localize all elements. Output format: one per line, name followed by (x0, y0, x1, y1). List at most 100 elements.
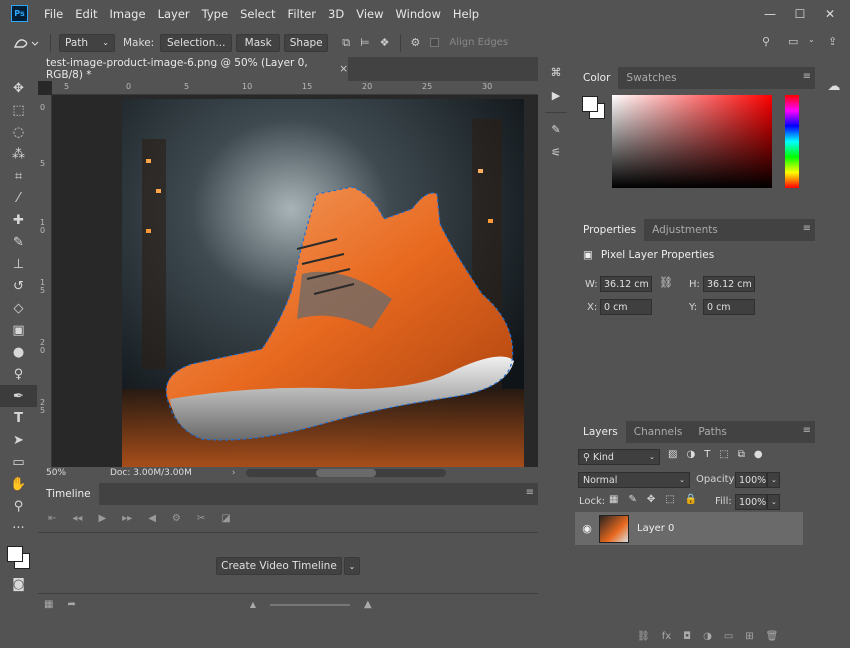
tab-channels[interactable]: Channels (626, 421, 691, 443)
history-icon[interactable]: ⌘ (551, 66, 562, 79)
make-shape-button[interactable]: Shape (284, 33, 329, 52)
opacity-field[interactable]: 100% (735, 472, 767, 488)
zoom-level[interactable]: 50% (38, 468, 98, 478)
gear-icon[interactable]: ⚙ (411, 36, 421, 49)
menu-filter[interactable]: Filter (282, 7, 322, 21)
width-field[interactable]: 36.12 cm (600, 276, 652, 292)
previous-frame-icon[interactable]: ◂◂ (72, 513, 82, 524)
healing-brush-tool-icon[interactable]: ✚ (0, 209, 37, 231)
history-brush-tool-icon[interactable]: ↺ (0, 275, 37, 297)
lock-image-icon[interactable]: ✎ (628, 494, 636, 505)
eraser-tool-icon[interactable]: ◇ (0, 297, 37, 319)
lasso-tool-icon[interactable]: ◌ (0, 121, 37, 143)
layer-filter-select[interactable]: ⚲ Kind ⌄ (578, 449, 660, 465)
eyedropper-tool-icon[interactable]: ⁄ (0, 187, 37, 209)
path-alignment-icon[interactable]: ⊨ (360, 36, 370, 49)
actions-play-icon[interactable]: ▶ (552, 89, 560, 102)
height-field[interactable]: 36.12 cm (703, 276, 755, 292)
tab-paths[interactable]: Paths (690, 421, 735, 443)
tab-color[interactable]: Color (575, 67, 619, 89)
path-selection-tool-icon[interactable]: ➤ (0, 429, 37, 451)
document-tab[interactable]: test-image-product-image-6.png @ 50% (La… (38, 57, 348, 81)
menu-window[interactable]: Window (390, 7, 447, 21)
maximize-button[interactable]: ☐ (785, 0, 815, 27)
hue-slider[interactable] (785, 95, 799, 188)
panel-menu-icon[interactable]: ≡ (803, 71, 811, 82)
tab-adjustments[interactable]: Adjustments (644, 219, 726, 241)
filter-toggle-icon[interactable]: ● (754, 449, 763, 460)
panel-menu-icon[interactable]: ≡ (526, 487, 534, 498)
menu-view[interactable]: View (350, 7, 389, 21)
timeline-mode-chevron-icon[interactable]: ⌄ (344, 557, 360, 575)
close-button[interactable]: ✕ (815, 0, 845, 27)
layer-row[interactable]: ◉ Layer 0 (575, 512, 803, 545)
quick-mask-icon[interactable]: ◙ (0, 573, 37, 595)
status-menu-icon[interactable]: › (232, 468, 236, 478)
lock-position-icon[interactable]: ✥ (647, 494, 655, 505)
marquee-tool-icon[interactable]: ⬚ (0, 99, 37, 121)
crop-tool-icon[interactable]: ⌗ (0, 165, 37, 187)
fill-field[interactable]: 100% (735, 494, 767, 510)
visibility-eye-icon[interactable]: ◉ (575, 522, 599, 535)
type-tool-icon[interactable]: T (0, 407, 37, 429)
tab-layers[interactable]: Layers (575, 421, 626, 443)
next-frame-icon[interactable]: ▸▸ (122, 513, 132, 524)
edit-toolbar-icon[interactable]: ··· (0, 517, 37, 539)
filter-type-icon[interactable]: T (704, 449, 710, 460)
scissors-icon[interactable]: ✂ (197, 513, 205, 524)
close-tab-icon[interactable]: × (339, 63, 348, 75)
freeform-pen-tool-icon[interactable]: ✒ (0, 385, 37, 407)
opacity-chevron-icon[interactable]: ⌄ (767, 472, 780, 488)
align-edges-checkbox[interactable] (430, 38, 440, 47)
blur-tool-icon[interactable]: ● (0, 341, 37, 363)
blend-mode-select[interactable]: Normal ⌄ (578, 472, 690, 488)
play-icon[interactable]: ▶ (98, 513, 106, 524)
lock-artboard-icon[interactable]: ⬚ (665, 494, 674, 505)
panel-menu-icon[interactable]: ≡ (803, 425, 811, 436)
panel-menu-icon[interactable]: ≡ (803, 223, 811, 234)
convert-frame-icon[interactable]: ▦ (44, 599, 53, 610)
menu-image[interactable]: Image (104, 7, 152, 21)
menu-layer[interactable]: Layer (152, 7, 196, 21)
new-layer-icon[interactable]: ⊞ (745, 631, 753, 642)
color-field[interactable] (612, 95, 772, 188)
hand-tool-icon[interactable]: ✋ (0, 473, 37, 495)
tab-swatches[interactable]: Swatches (618, 67, 684, 89)
audio-icon[interactable]: ◀ (148, 513, 156, 524)
search-icon[interactable]: ⚲ (762, 35, 770, 48)
creative-cloud-libraries-icon[interactable]: ☁ (818, 67, 850, 94)
gradient-tool-icon[interactable]: ▣ (0, 319, 37, 341)
quick-selection-tool-icon[interactable]: ⁂ (0, 143, 37, 165)
link-layers-icon[interactable]: ⛓ (637, 631, 650, 642)
delete-layer-icon[interactable]: 🗑 (766, 631, 779, 642)
document-info[interactable]: Doc: 3.00M/3.00M (110, 468, 192, 478)
rectangle-tool-icon[interactable]: ▭ (0, 451, 37, 473)
transition-icon[interactable]: ◪ (221, 513, 230, 524)
tab-timeline[interactable]: Timeline (38, 483, 99, 505)
filter-adjustment-icon[interactable]: ◑ (686, 449, 695, 460)
link-dimensions-icon[interactable]: ⛓ (659, 276, 673, 289)
minimize-button[interactable]: — (755, 0, 785, 27)
tab-properties[interactable]: Properties (575, 219, 645, 241)
adjust-sliders-icon[interactable]: ⚟ (551, 146, 561, 159)
menu-select[interactable]: Select (234, 7, 281, 21)
make-selection-button[interactable]: Selection... (160, 33, 233, 52)
move-tool-icon[interactable]: ✥ (0, 77, 37, 99)
y-field[interactable]: 0 cm (703, 299, 755, 315)
menu-3d[interactable]: 3D (322, 7, 350, 21)
color-swatches[interactable] (0, 539, 37, 573)
canvas-area[interactable]: 5 0 5 10 15 20 25 30 0 5 1 0 1 5 2 0 2 5 (38, 81, 538, 479)
path-arrangement-icon[interactable]: ❖ (380, 36, 390, 49)
brush-settings-icon[interactable]: ✎ (551, 123, 560, 136)
make-mask-button[interactable]: Mask (236, 33, 281, 52)
tool-preset-picker[interactable] (0, 35, 50, 51)
menu-file[interactable]: File (38, 7, 69, 21)
workspace-icon[interactable]: ▭ (788, 35, 798, 48)
lock-transparent-icon[interactable]: ▦ (609, 494, 618, 505)
dodge-tool-icon[interactable]: ♀ (0, 363, 37, 385)
foreground-color-swatch[interactable] (7, 546, 23, 562)
menu-help[interactable]: Help (447, 7, 485, 21)
path-operations-icon[interactable]: ⧉ (342, 36, 350, 50)
zoom-tool-icon[interactable]: ⚲ (0, 495, 37, 517)
workspace-chevron-icon[interactable]: ⌄ (808, 35, 815, 44)
